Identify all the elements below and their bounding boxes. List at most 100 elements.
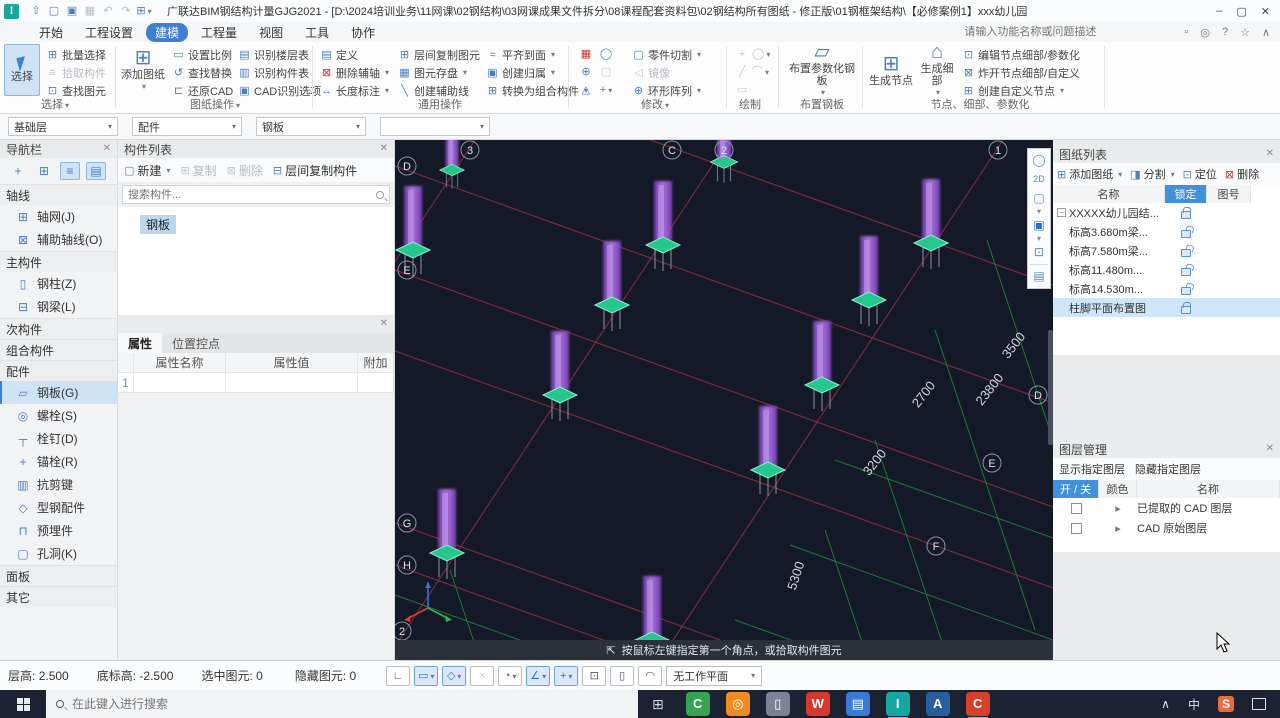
unlock-icon[interactable] [1181, 287, 1191, 295]
new-file-icon[interactable]: ▢ [45, 3, 63, 19]
generate-node-button[interactable]: ⊞ 生成节点 [868, 44, 914, 96]
zoom-fit-icon[interactable]: ⊡ [1029, 243, 1049, 262]
nav-item-embedded-part[interactable]: ⊓ 预埋件 [0, 519, 117, 542]
nav-section-main-components[interactable]: 主构件 [0, 251, 117, 272]
lock-icon[interactable] [1181, 302, 1191, 314]
nav-section-secondary[interactable]: 次构件 [0, 318, 117, 339]
delete-icon[interactable]: ▦ [578, 47, 594, 62]
delete-aux-axis-button[interactable]: ⊠ 删除辅轴 [320, 65, 389, 80]
taskbar-app-browser[interactable]: ◎ [725, 692, 750, 716]
window-layout-icon[interactable]: ▫ [1184, 26, 1188, 39]
account-icon[interactable]: ◎ [1200, 26, 1210, 39]
maximize-button[interactable]: ▢ [1236, 5, 1246, 18]
tab-project-settings[interactable]: 工程设置 [76, 23, 142, 42]
delete-component-button[interactable]: ⊠ 删除 [227, 162, 263, 179]
layer-row[interactable]: ▸ 已提取的 CAD 图层 [1053, 498, 1280, 518]
wireframe-dropdown-icon[interactable]: ▾ [1029, 208, 1049, 216]
tab-collaborate[interactable]: 协作 [342, 23, 384, 42]
draw-line-icon[interactable]: ╱ [734, 65, 750, 80]
taskbar-app-wps[interactable]: W [805, 692, 830, 716]
save-element-button[interactable]: ▦ 图元存盘 [398, 65, 467, 80]
nav-item-anchor-bolt[interactable]: + 锚栓(R) [0, 450, 117, 473]
tab-start[interactable]: 开始 [30, 23, 72, 42]
redo-icon[interactable]: ↷ [117, 3, 135, 19]
orbit-icon[interactable]: ◯ [1029, 151, 1049, 170]
layer-color-expander-icon[interactable]: ▸ [1099, 502, 1137, 515]
component-search-input[interactable] [128, 188, 376, 201]
copy-icon[interactable]: ⊕ [578, 65, 594, 80]
interfloor-copy-button[interactable]: ⊟ 层间复制构件 [273, 162, 357, 179]
batch-select-button[interactable]: ⊞ 批量选择 [46, 47, 106, 62]
tab-quantity[interactable]: 工程量 [192, 23, 246, 42]
explode-node-detail-button[interactable]: ⊠ 炸开节点细部/自定义 [962, 65, 1080, 80]
lock-icon[interactable] [1181, 207, 1191, 219]
draw-point-icon[interactable]: + [734, 47, 750, 62]
mirror-button[interactable]: ◁ 镜像 [632, 65, 670, 80]
zoom-window-button[interactable]: ⊡ [582, 665, 607, 686]
nav-item-steel-beam[interactable]: ⊟ 钢梁(L) [0, 295, 117, 318]
create-ownership-button[interactable]: ▣ 创建归属 [486, 65, 555, 80]
set-scale-button[interactable]: ▭ 设置比例 [172, 47, 232, 62]
draw-circle-icon[interactable]: ◯ [752, 47, 768, 62]
stretch-icon[interactable]: ▢ [598, 65, 614, 80]
delete-sheet-button[interactable]: ⊠ 删除 [1225, 166, 1259, 182]
column-display-button[interactable]: ▯ [610, 665, 635, 686]
taskbar-app-camtasia[interactable]: C [685, 692, 710, 716]
nav-item-steel-column[interactable]: ▯ 钢柱(Z) [0, 272, 117, 295]
tab-properties[interactable]: 属性 [118, 333, 163, 353]
angle-snap-button[interactable]: ◔ [498, 665, 523, 686]
nav-section-axes[interactable]: 轴线 [0, 184, 117, 205]
property-row[interactable]: 1 [118, 373, 394, 393]
tree-collapse-icon[interactable]: − [1057, 208, 1066, 217]
pick-component-button[interactable]: ≡ 拾取构件 [46, 65, 106, 80]
sheet-row[interactable]: 标高14.530m... [1053, 279, 1280, 298]
new-component-button[interactable]: ▢ 新建 [124, 162, 170, 179]
nav-modules-icon[interactable]: ⊞ [34, 162, 54, 180]
start-button[interactable] [0, 690, 46, 718]
nav-item-hole[interactable]: ▢ 孔洞(K) [0, 542, 117, 565]
close-component-list-icon[interactable] [380, 144, 388, 154]
tab-view[interactable]: 视图 [250, 23, 292, 42]
model-viewport[interactable]: 3 C 2 1 D E G H D E F 2 3500 23800 2700 … [395, 140, 1053, 660]
split-sheet-button[interactable]: ◨ 分割 [1130, 166, 1174, 182]
copy-between-floors-button[interactable]: ⊞ 层间复制图元 [398, 47, 480, 62]
sheet-row[interactable]: 标高7.580m梁... [1053, 241, 1280, 260]
layer-row[interactable]: ▸ CAD 原始图层 [1053, 518, 1280, 538]
define-button[interactable]: ▤ 定义 [320, 47, 358, 62]
close-nav-icon[interactable] [103, 144, 111, 154]
copy-component-button[interactable]: ⊞ 复制 [180, 162, 216, 179]
notifications-icon[interactable] [1252, 698, 1266, 710]
nav-section-accessories[interactable]: 配件 [0, 360, 117, 381]
taskbar-app-phone[interactable]: ▯ [765, 692, 790, 716]
generate-detail-button[interactable]: ⌂ 生成细部 [916, 41, 958, 96]
display-settings-icon[interactable]: ▤ [1029, 267, 1049, 286]
sheet-row[interactable]: 标高11.480m... [1053, 260, 1280, 279]
place-parametric-plate-button[interactable]: ▱ 布置参数化钢板 [788, 41, 856, 96]
workplane-dropdown[interactable]: 无工作平面 [666, 665, 763, 686]
draw-arc-icon[interactable]: ⌒ [752, 65, 768, 80]
fillet-button[interactable]: ◠ [638, 665, 663, 686]
open-folder-icon[interactable]: ▣ [63, 3, 81, 19]
nav-list-view-icon[interactable]: ≡ [60, 162, 80, 180]
sheet-col-lock[interactable]: 锁定 [1165, 185, 1207, 203]
save-icon[interactable]: ▦ [81, 3, 99, 19]
layer-col-color[interactable]: 颜色 [1099, 480, 1137, 498]
rotate-3d-icon[interactable]: + [598, 83, 614, 98]
point-snap-button[interactable]: + [554, 665, 579, 686]
angle-measure-button[interactable]: ∠ [526, 665, 551, 686]
undo-icon[interactable]: ↶ [99, 3, 117, 19]
ortho-toggle-button[interactable]: ∟ [386, 665, 411, 686]
taskbar-app-glodon-doc[interactable]: ▤ [845, 692, 870, 716]
select-button[interactable]: 选择 [4, 44, 40, 96]
nav-item-shear-key[interactable]: ▥ 抗剪键 [0, 473, 117, 496]
nav-section-panel[interactable]: 面板 [0, 565, 117, 586]
group-label-plate[interactable]: 布置钢板 [792, 96, 852, 112]
help-icon[interactable]: ? [1222, 26, 1228, 39]
nav-pin-icon[interactable]: + [8, 162, 28, 180]
close-layer-manager-icon[interactable] [1266, 444, 1274, 454]
view-cube-button[interactable]: ◇ [442, 665, 467, 686]
quick-access-menu-icon[interactable]: ⊞ [135, 3, 153, 19]
publish-icon[interactable]: ⇧ [27, 3, 45, 19]
component-name-dropdown[interactable] [380, 117, 490, 136]
group-label-select[interactable]: 选择 [20, 96, 90, 112]
